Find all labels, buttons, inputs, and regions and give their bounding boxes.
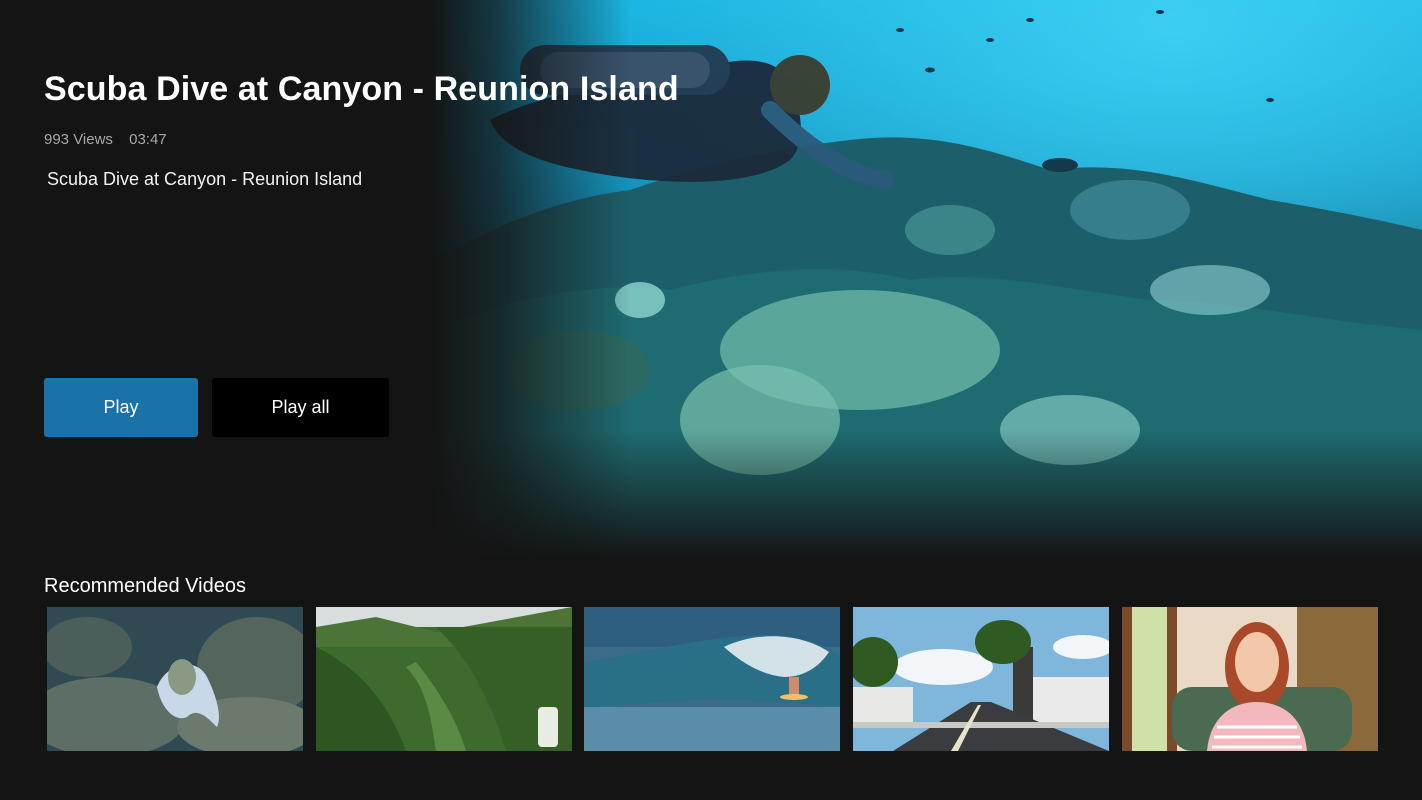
video-title: Scuba Dive at Canyon - Reunion Island <box>44 70 679 108</box>
recommended-video-card-3[interactable] <box>584 607 840 751</box>
recommended-videos-heading: Recommended Videos <box>44 575 246 597</box>
recommended-video-card-1[interactable] <box>47 607 303 751</box>
video-duration: 03:47 <box>129 131 167 148</box>
surfer-wave-thumbnail <box>584 607 840 751</box>
video-details-screen: Scuba Dive at Canyon - Reunion Island 99… <box>0 0 1422 800</box>
recommended-video-card-2[interactable] <box>316 607 572 751</box>
palm-street-thumbnail <box>853 607 1109 751</box>
recommended-video-card-5[interactable] <box>1122 607 1378 751</box>
play-all-button[interactable]: Play all <box>212 378 389 437</box>
video-description: Scuba Dive at Canyon - Reunion Island <box>47 169 363 189</box>
video-meta: 993 Views 03:47 <box>44 131 167 148</box>
recommended-video-card-4[interactable] <box>853 607 1109 751</box>
green-mountain-valley-thumbnail <box>316 607 572 751</box>
octopus-reef-thumbnail <box>47 607 303 751</box>
view-count: 993 Views <box>44 131 113 148</box>
woman-interview-thumbnail <box>1122 607 1378 751</box>
play-button[interactable]: Play <box>44 378 198 437</box>
